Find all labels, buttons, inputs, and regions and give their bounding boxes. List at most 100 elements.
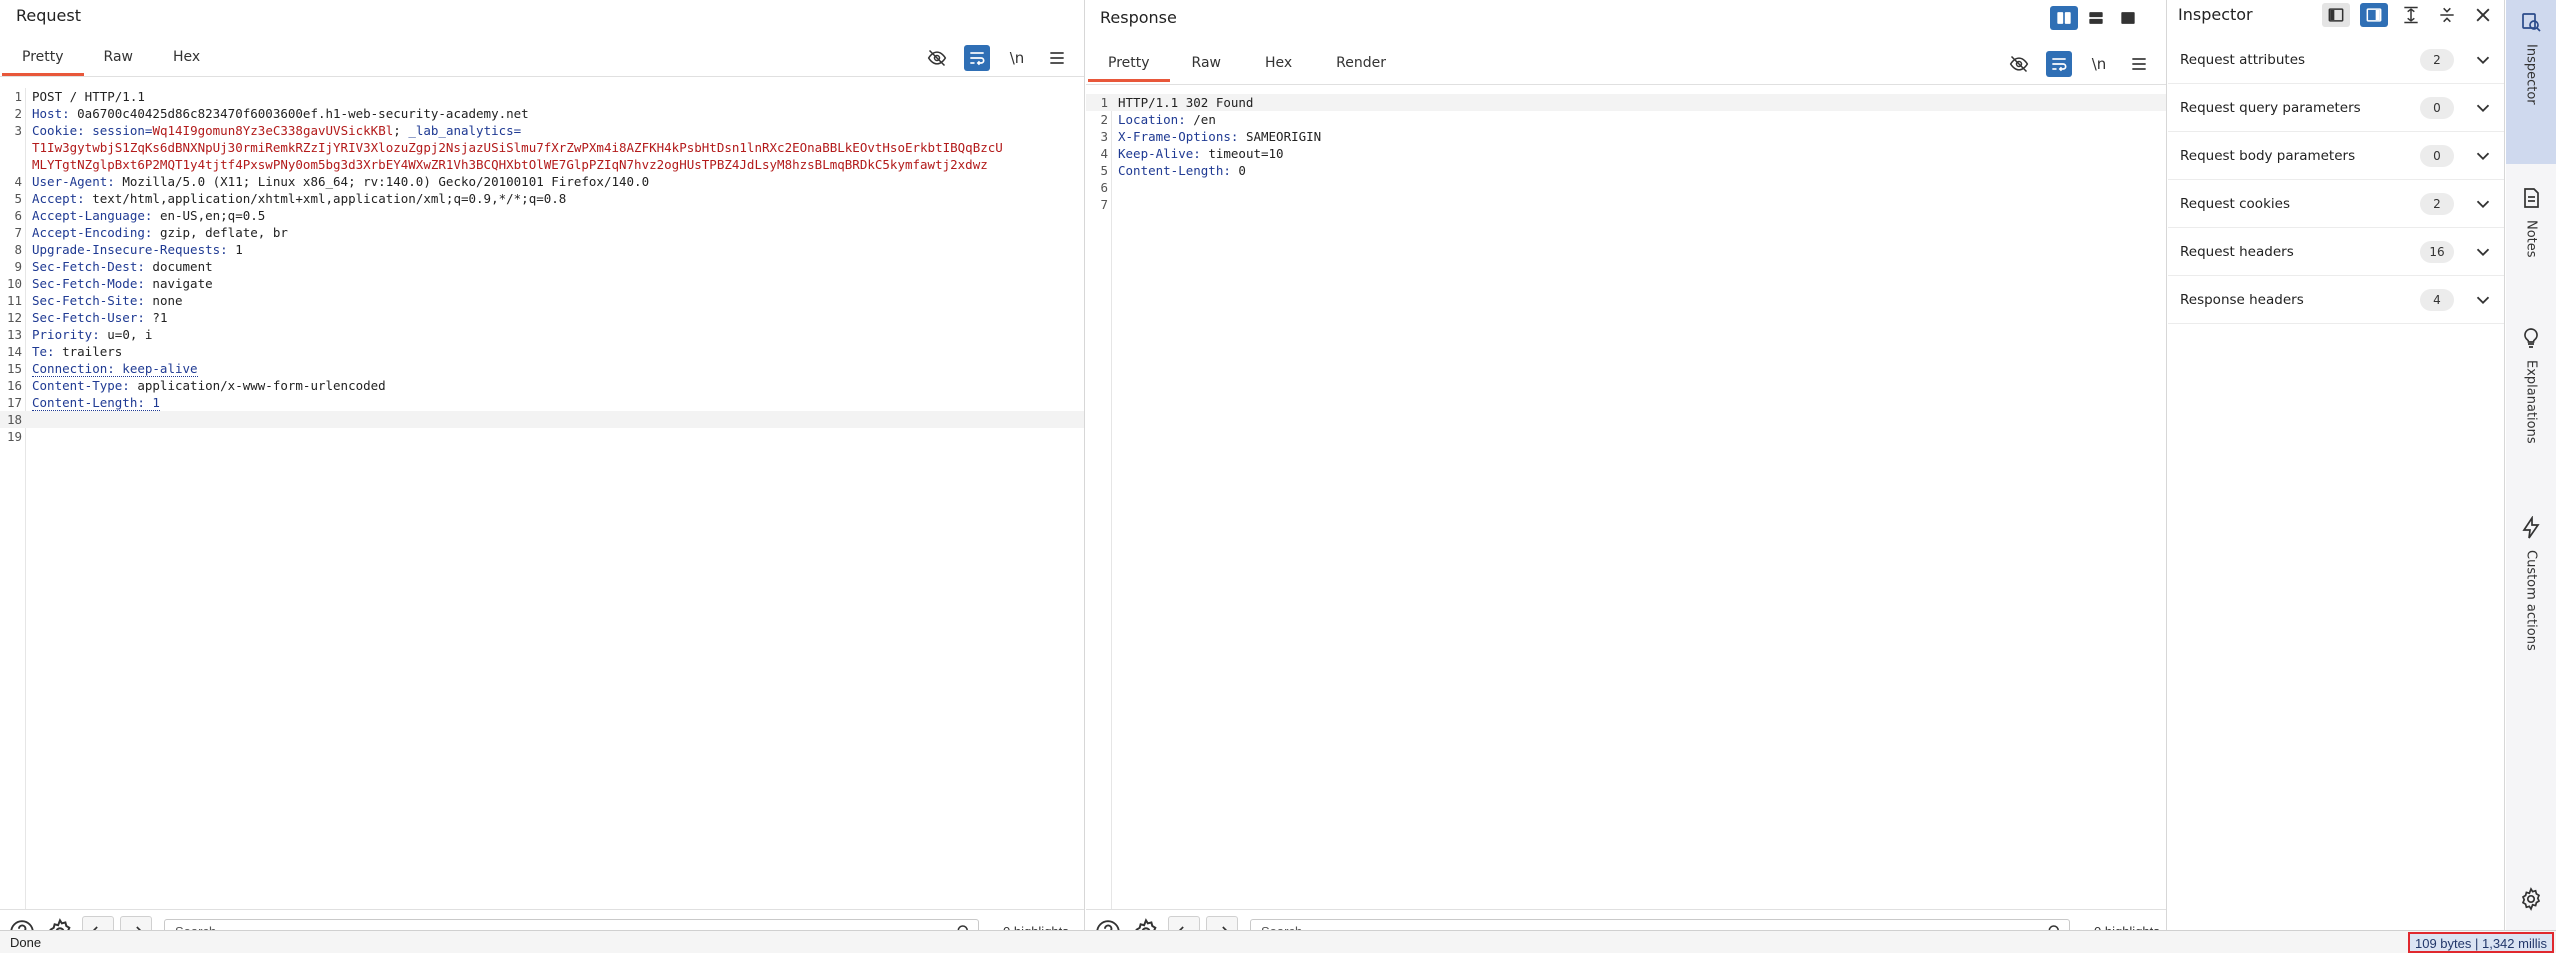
expand-all-icon[interactable] bbox=[2398, 2, 2424, 28]
layout-single-icon[interactable] bbox=[2114, 6, 2142, 30]
line-number: 10 bbox=[6, 276, 22, 291]
rail-tab-inspector[interactable]: Inspector bbox=[2506, 0, 2556, 164]
response-code-line[interactable]: 1 HTTP/1.1 302 Found bbox=[1086, 94, 2166, 111]
request-code-line[interactable]: 5 Accept: text/html,application/xhtml+xml… bbox=[0, 190, 1084, 207]
request-code-line[interactable]: 2 Host: 0a6700c40425d86c823470f6003600ef.… bbox=[0, 105, 1084, 122]
rail-settings-gear-icon[interactable] bbox=[2519, 887, 2543, 915]
request-code-line[interactable]: 17 Content-Length: 1 bbox=[0, 394, 1084, 411]
inspector-section-row[interactable]: Request attributes 2 bbox=[2168, 36, 2504, 84]
hide-nonprinting-icon[interactable] bbox=[924, 45, 950, 71]
inspector-layout-list-icon[interactable] bbox=[2322, 3, 2350, 27]
chevron-down-icon[interactable] bbox=[2472, 193, 2494, 215]
chevron-down-icon[interactable] bbox=[2472, 97, 2494, 119]
request-code-line[interactable]: 1 POST / HTTP/1.1 bbox=[0, 88, 1084, 105]
line-number: 7 bbox=[1100, 197, 1108, 212]
request-code-line[interactable]: 6 Accept-Language: en-US,en;q=0.5 bbox=[0, 207, 1084, 224]
line-text: Connection: keep-alive bbox=[32, 360, 1070, 377]
inspector-section-row[interactable]: Request cookies 2 bbox=[2168, 180, 2504, 228]
request-tabs: Pretty Raw Hex bbox=[2, 40, 220, 76]
inspector-section-row[interactable]: Request query parameters 0 bbox=[2168, 84, 2504, 132]
collapse-all-icon[interactable] bbox=[2434, 2, 2460, 28]
request-code-line[interactable]: 11 Sec-Fetch-Site: none bbox=[0, 292, 1084, 309]
code-token: Priority: bbox=[32, 327, 108, 342]
inspector-section-row[interactable]: Request body parameters 0 bbox=[2168, 132, 2504, 180]
code-token: application/x-www-form-urlencoded bbox=[137, 378, 386, 393]
request-code-line[interactable]: 7 Accept-Encoding: gzip, deflate, br bbox=[0, 224, 1084, 241]
rail-tab-explanations[interactable]: Explanations bbox=[2506, 316, 2556, 476]
chevron-down-icon[interactable] bbox=[2472, 241, 2494, 263]
request-code-line[interactable]: 3 Cookie: session=Wq14I9gomun8Yz3eC338gav… bbox=[0, 122, 1084, 139]
inspector-section-row[interactable]: Request headers 16 bbox=[2168, 228, 2504, 276]
tab-response-raw[interactable]: Raw bbox=[1170, 46, 1243, 82]
request-code-line[interactable]: 19 bbox=[0, 428, 1084, 445]
chevron-down-icon[interactable] bbox=[2472, 289, 2494, 311]
request-code-line[interactable]: 16 Content-Type: application/x-www-form-u… bbox=[0, 377, 1084, 394]
code-token: timeout=10 bbox=[1208, 146, 1284, 161]
request-code-line[interactable]: 18 bbox=[0, 411, 1084, 428]
request-code-line[interactable]: 15 Connection: keep-alive bbox=[0, 360, 1084, 377]
hide-nonprinting-icon[interactable] bbox=[2006, 51, 2032, 77]
inspector-section-label: Request query parameters bbox=[2180, 99, 2361, 116]
line-text: User-Agent: Mozilla/5.0 (X11; Linux x86_… bbox=[32, 173, 1070, 190]
code-token: Upgrade-Insecure-Requests: bbox=[32, 242, 236, 257]
menu-icon[interactable] bbox=[1044, 45, 1070, 71]
response-code-line[interactable]: 3 X-Frame-Options: SAMEORIGIN bbox=[1086, 128, 2166, 145]
response-size-timing: 109 bytes | 1,342 millis bbox=[2408, 932, 2554, 953]
response-tabs-divider bbox=[1086, 84, 2166, 85]
tab-response-pretty[interactable]: Pretty bbox=[1088, 46, 1170, 82]
request-code-line[interactable]: MLYTgtNZglpBxt6P2MQT1y4tjtf4PxswPNy0om5b… bbox=[0, 156, 1084, 173]
tab-request-pretty[interactable]: Pretty bbox=[2, 40, 84, 76]
request-toolbar: \n bbox=[924, 45, 1070, 71]
request-code-line[interactable]: T1Iw3gytwbjS1ZqKs6dBNXNpUj30rmiRemkRZzIj… bbox=[0, 139, 1084, 156]
layout-side-by-side-icon[interactable] bbox=[2050, 6, 2078, 30]
lightbulb-icon bbox=[2524, 328, 2538, 348]
close-icon[interactable] bbox=[2470, 2, 2496, 28]
rail-tab-custom-actions[interactable]: Custom actions bbox=[2506, 506, 2556, 676]
tab-request-hex[interactable]: Hex bbox=[153, 40, 220, 76]
request-code-line[interactable]: 12 Sec-Fetch-User: ?1 bbox=[0, 309, 1084, 326]
inspector-layout-panel-icon[interactable] bbox=[2360, 3, 2388, 27]
code-token: ?1 bbox=[152, 310, 168, 325]
response-code-line[interactable]: 2 Location: /en bbox=[1086, 111, 2166, 128]
line-number: 13 bbox=[6, 327, 22, 342]
request-code-line[interactable]: 4 User-Agent: Mozilla/5.0 (X11; Linux x86… bbox=[0, 173, 1084, 190]
line-text: Accept-Language: en-US,en;q=0.5 bbox=[32, 207, 1070, 224]
request-code-line[interactable]: 14 Te: trailers bbox=[0, 343, 1084, 360]
line-number: 16 bbox=[6, 378, 22, 393]
response-editor[interactable]: 1 HTTP/1.1 302 Found 2 Location: /en 3 X-Fram… bbox=[1086, 94, 2166, 909]
inspector-icon bbox=[2522, 13, 2541, 32]
line-number: 5 bbox=[1100, 163, 1108, 178]
request-code-line[interactable]: 8 Upgrade-Insecure-Requests: 1 bbox=[0, 241, 1084, 258]
line-text: Content-Type: application/x-www-form-url… bbox=[32, 377, 1070, 394]
inspector-section-row[interactable]: Response headers 4 bbox=[2168, 276, 2504, 324]
word-wrap-icon[interactable] bbox=[2046, 51, 2072, 77]
code-token: T1Iw3gytwbjS1ZqKs6dBNXNpUj30rmiRemkRZzIj… bbox=[32, 140, 1003, 155]
rail-tab-notes[interactable]: Notes bbox=[2506, 176, 2556, 296]
code-token: Content-Type: bbox=[32, 378, 138, 393]
layout-stacked-icon[interactable] bbox=[2082, 6, 2110, 30]
tab-request-raw[interactable]: Raw bbox=[84, 40, 153, 76]
request-code-line[interactable]: 9 Sec-Fetch-Dest: document bbox=[0, 258, 1084, 275]
response-code-line[interactable]: 7 bbox=[1086, 196, 2166, 213]
inspector-section-count: 2 bbox=[2420, 192, 2454, 215]
code-token: Content-Length: 1 bbox=[32, 395, 160, 411]
code-token: X-Frame-Options: bbox=[1118, 129, 1246, 144]
tab-response-render[interactable]: Render bbox=[1314, 46, 1408, 82]
line-number: 15 bbox=[6, 361, 22, 376]
show-newlines-icon[interactable]: \n bbox=[1004, 45, 1030, 71]
response-code-line[interactable]: 5 Content-Length: 0 bbox=[1086, 162, 2166, 179]
show-newlines-icon[interactable]: \n bbox=[2086, 51, 2112, 77]
request-editor[interactable]: 1 POST / HTTP/1.1 2 Host: 0a6700c40425d86c8… bbox=[0, 88, 1084, 909]
chevron-down-icon[interactable] bbox=[2472, 49, 2494, 71]
request-code-line[interactable]: 10 Sec-Fetch-Mode: navigate bbox=[0, 275, 1084, 292]
line-number: 12 bbox=[6, 310, 22, 325]
word-wrap-icon[interactable] bbox=[964, 45, 990, 71]
request-code-line[interactable]: 13 Priority: u=0, i bbox=[0, 326, 1084, 343]
menu-icon[interactable] bbox=[2126, 51, 2152, 77]
response-code-line[interactable]: 4 Keep-Alive: timeout=10 bbox=[1086, 145, 2166, 162]
tab-response-hex[interactable]: Hex bbox=[1243, 46, 1314, 82]
chevron-down-icon[interactable] bbox=[2472, 145, 2494, 167]
line-text: HTTP/1.1 302 Found bbox=[1118, 94, 2152, 111]
response-code-line[interactable]: 6 bbox=[1086, 179, 2166, 196]
line-number: 19 bbox=[6, 429, 22, 444]
